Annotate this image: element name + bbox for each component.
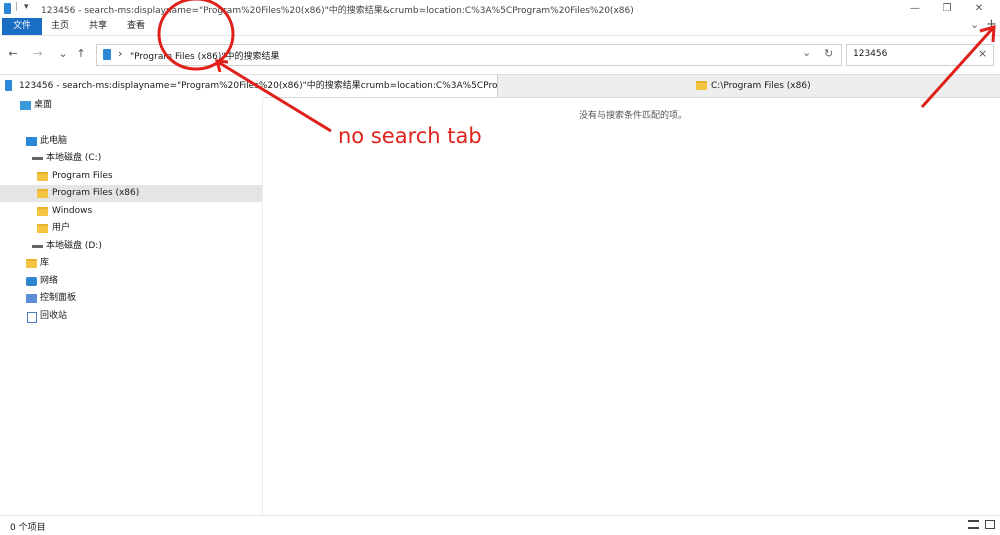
search-box[interactable]: 123456 × [846,44,994,66]
library-icon [26,259,37,268]
ribbon-tab-view[interactable]: 查看 [118,18,154,35]
up-button[interactable]: ↑ [73,47,89,61]
navigation-pane: 桌面 此电脑 本地磁盘 (C:) Program Files Program F… [0,97,263,515]
sidebar-item-label: 桌面 [34,100,53,110]
folder-icon [37,172,48,181]
sidebar-item-label: Windows [52,206,93,216]
tab-strip: 123456 - search-ms:displayname="Program%… [0,74,1000,98]
status-bar: 0 个项目 [0,515,1000,535]
sidebar-item-this-pc[interactable]: 此电脑 [0,133,262,150]
window-title: 123456 - search-ms:displayname="Program%… [41,6,634,16]
explorer-app-icon [4,3,11,14]
sidebar-item-label: 本地磁盘 (D:) [46,241,102,251]
breadcrumb-search-results[interactable]: "Program Files (x86)"中的搜索结果 [130,49,280,62]
sidebar-item-users[interactable]: 用户 [0,220,262,237]
close-button[interactable]: ✕ [969,2,989,16]
clear-search-icon[interactable]: × [978,47,987,60]
empty-results-message: 没有与搜索条件匹配的项。 [579,111,688,121]
title-bar: | ▾ 123456 - search-ms:displayname="Prog… [0,0,1000,18]
address-bar[interactable]: › "Program Files (x86)"中的搜索结果 ⌄ ↻ [96,44,842,66]
control-panel-icon [26,294,37,303]
sidebar-item-drive-c[interactable]: 本地磁盘 (C:) [0,150,262,167]
ribbon-tabs: 文件 主页 共享 查看 ⌄ + [0,17,1000,36]
drive-icon [32,245,43,248]
sidebar-item-label: Program Files (x86) [52,188,140,198]
search-input[interactable]: 123456 [853,49,887,59]
breadcrumb-separator[interactable]: › [118,47,122,60]
large-icons-view-icon[interactable] [985,520,995,529]
item-count: 0 个项目 [10,523,46,533]
search-tab-icon [5,80,12,91]
details-view-icon[interactable] [968,520,979,529]
sidebar-item-label: 库 [40,258,50,268]
sidebar-item-drive-d[interactable]: 本地磁盘 (D:) [0,238,262,255]
content-pane[interactable]: 没有与搜索条件匹配的项。 [263,97,1000,515]
sidebar-item-label: 控制面板 [40,293,77,303]
sidebar-item-desktop[interactable]: 桌面 [0,97,262,114]
recycle-bin-icon [27,312,37,323]
quick-access-dropdown[interactable]: ▾ [24,2,29,12]
tab-search-results-label: 123456 - search-ms:displayname="Program%… [19,81,498,91]
sidebar-item-program-files-x86[interactable]: Program Files (x86) [0,185,262,202]
tab-program-files-x86[interactable]: C:\Program Files (x86) [498,75,1000,97]
sidebar-item-label: 本地磁盘 (C:) [46,153,102,163]
annotation-label: no search tab [338,124,482,148]
network-icon [26,277,37,286]
sidebar-item-label: 回收站 [40,311,68,321]
quick-access-separator: | [15,2,19,12]
drive-icon [32,157,43,160]
tab-search-results[interactable]: 123456 - search-ms:displayname="Program%… [0,75,498,97]
ribbon-tab-home[interactable]: 主页 [42,18,78,35]
back-button[interactable]: ← [5,47,21,61]
maximize-button[interactable]: ❐ [937,2,957,16]
address-dropdown-icon[interactable]: ⌄ [802,46,811,59]
sidebar-item-label: 用户 [52,223,71,233]
ribbon-collapse-chevron-icon[interactable]: ⌄ [970,18,979,31]
sidebar-item-program-files[interactable]: Program Files [0,168,262,185]
sidebar-item-label: 网络 [40,276,59,286]
forward-button[interactable]: → [30,47,46,61]
desktop-icon [20,101,31,110]
refresh-icon[interactable]: ↻ [824,47,833,60]
folder-icon [37,224,48,233]
search-location-icon [103,49,111,60]
sidebar-item-label: Program Files [52,171,113,181]
ribbon-tab-share[interactable]: 共享 [80,18,116,35]
new-tab-plus-icon[interactable]: + [986,17,997,32]
recent-locations-button[interactable]: ⌄ [55,47,71,61]
address-row: ← → ⌄ ↑ › "Program Files (x86)"中的搜索结果 ⌄ … [0,38,1000,70]
minimize-button[interactable]: — [905,2,925,16]
folder-icon [37,207,48,216]
sidebar-item-recycle-bin[interactable]: 回收站 [0,308,262,325]
sidebar-item-libraries[interactable]: 库 [0,255,262,272]
sidebar-item-network[interactable]: 网络 [0,273,262,290]
sidebar-item-control-panel[interactable]: 控制面板 [0,290,262,307]
sidebar-item-windows[interactable]: Windows [0,203,262,220]
computer-icon [26,137,37,146]
folder-icon [696,81,707,90]
ribbon-tab-file[interactable]: 文件 [2,18,43,35]
tab-program-files-x86-label: C:\Program Files (x86) [711,81,811,91]
folder-icon [37,189,48,198]
sidebar-item-label: 此电脑 [40,136,68,146]
